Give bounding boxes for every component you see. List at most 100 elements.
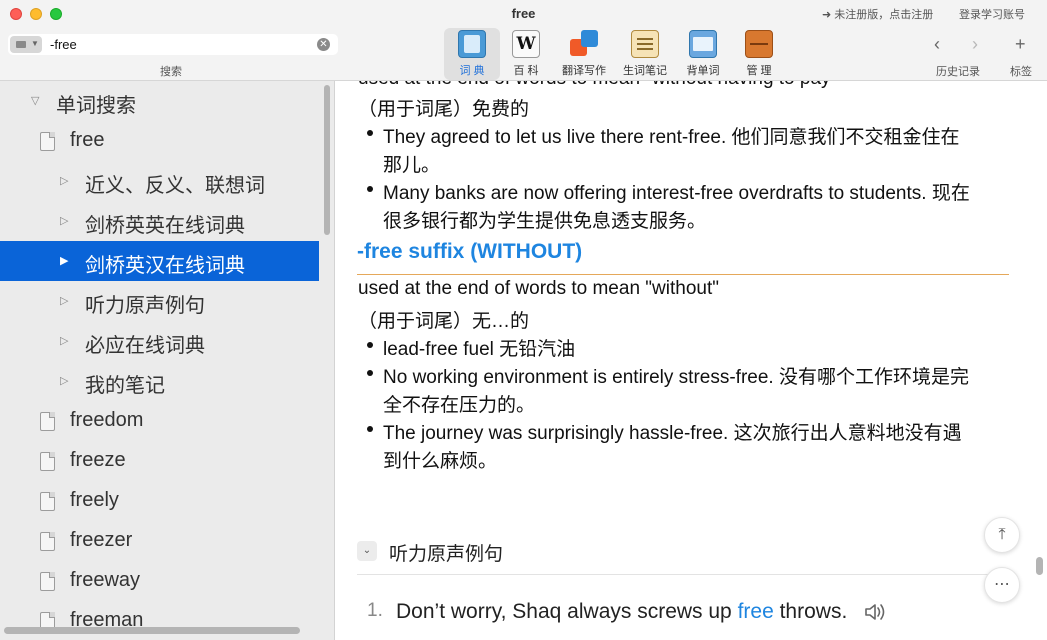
- section-title: 听力原声例句: [389, 544, 504, 565]
- example-sentence: Many banks are now offering interest-fre…: [383, 183, 970, 204]
- tree-label: freedom: [70, 409, 144, 431]
- example-sentence: They agreed to let us live there rent-fr…: [383, 127, 960, 148]
- toolbar-wiki-button[interactable]: W 百 科: [498, 28, 554, 80]
- bookmark-caption: 标签: [1010, 66, 1032, 78]
- collapsed-triangle-icon[interactable]: ▷: [60, 334, 68, 347]
- listening-example-sentence: Don’t worry, Shaq always screws up free …: [396, 600, 847, 624]
- example-sentence: 到什么麻烦。: [383, 451, 498, 472]
- collapsed-triangle-icon[interactable]: ▶: [60, 254, 68, 267]
- search-field[interactable]: ▼ -free ✕: [8, 34, 338, 55]
- tool-label: 百 科: [513, 65, 539, 77]
- sidebar-item-freeway[interactable]: freeway: [0, 561, 319, 601]
- back-button[interactable]: ‹: [934, 34, 940, 55]
- forward-button[interactable]: ›: [972, 34, 978, 55]
- definition-cn: （用于词尾）无…的: [358, 311, 530, 332]
- tool-label: 生词笔记: [623, 65, 667, 77]
- example-sentence: The journey was surprisingly hassle-free…: [383, 423, 962, 444]
- translate-icon: [570, 30, 598, 58]
- toolbar-translate-button[interactable]: 翻译写作: [556, 28, 612, 80]
- example-number: 1.: [367, 600, 383, 621]
- definition-text: used at the end of words to mean "withou…: [358, 81, 837, 90]
- collapsed-triangle-icon[interactable]: ▷: [60, 294, 68, 307]
- word-notes-icon: [631, 30, 659, 58]
- sidebar-item-freeman[interactable]: freeman: [0, 601, 319, 640]
- sidebar-item-free[interactable]: free: [0, 121, 319, 161]
- document-icon: [40, 412, 55, 431]
- example-sentence: 很多银行都为学生提供免息透支服务。: [383, 211, 707, 232]
- search-mode-dropdown[interactable]: ▼: [10, 36, 42, 53]
- add-bookmark-button[interactable]: +: [1015, 34, 1026, 55]
- tree-label: 剑桥英汉在线词典: [85, 255, 245, 277]
- speaker-icon[interactable]: [864, 601, 888, 623]
- definition-text: used at the end of words to mean "withou…: [358, 278, 719, 299]
- dictionary-content: used at the end of words to mean "withou…: [336, 81, 1047, 640]
- scroll-to-top-button[interactable]: ⤒: [984, 517, 1020, 553]
- tree-label: freeze: [70, 449, 126, 471]
- dictionary-book-icon: [458, 30, 486, 58]
- expanded-triangle-icon[interactable]: ▽: [31, 94, 39, 107]
- sidebar-root-word-search[interactable]: ▽ 单词搜索: [0, 81, 319, 121]
- definition-cn: （用于词尾）免费的: [358, 99, 530, 120]
- sidebar-vertical-scrollbar[interactable]: [324, 85, 330, 235]
- tool-label: 词 典: [459, 65, 485, 77]
- sidebar-item-cambridge-en-en[interactable]: ▷ 剑桥英英在线词典: [0, 201, 319, 241]
- sidebar-item-freezer[interactable]: freezer: [0, 521, 319, 561]
- tree-label: 近义、反义、联想词: [85, 175, 265, 197]
- toolbar-manage-button[interactable]: 管 理: [731, 28, 787, 80]
- tree-label: 我的笔记: [85, 375, 165, 397]
- toolbar-dictionary-button[interactable]: 词 典: [444, 28, 500, 80]
- tree-label: freeway: [70, 569, 141, 591]
- login-link[interactable]: 登录学习账号: [959, 6, 1025, 22]
- tree-label: 剑桥英英在线词典: [85, 215, 245, 237]
- collapsed-triangle-icon[interactable]: ▷: [60, 374, 68, 387]
- tool-label: 翻译写作: [562, 65, 606, 77]
- sidebar-item-freedom[interactable]: freedom: [0, 401, 319, 441]
- clear-search-icon[interactable]: ✕: [317, 38, 330, 51]
- collapsed-triangle-icon[interactable]: ▷: [60, 214, 68, 227]
- manage-cabinet-icon: [745, 30, 773, 58]
- sidebar-item-my-notes[interactable]: ▷ 我的笔记: [0, 361, 319, 401]
- dictionary-mode-icon: [16, 41, 26, 48]
- tree-label: 单词搜索: [56, 95, 136, 117]
- sidebar-item-listening-examples[interactable]: ▷ 听力原声例句: [0, 281, 319, 321]
- document-icon: [40, 132, 55, 151]
- tree-label: freely: [70, 489, 119, 511]
- collapsed-triangle-icon[interactable]: ▷: [60, 174, 68, 187]
- content-scrollbar[interactable]: [1036, 557, 1043, 575]
- example-sentence: 那儿。: [383, 155, 441, 176]
- recite-book-icon: [689, 30, 717, 58]
- history-caption: 历史记录: [936, 66, 980, 78]
- bullet: [367, 342, 373, 348]
- tree-label: freezer: [70, 529, 133, 551]
- wikipedia-icon: W: [512, 30, 540, 58]
- sidebar: ▽ 单词搜索 free ▷ 近义、反义、联想词 ▷ 剑桥英英在线词典 ▶ 剑桥英…: [0, 81, 335, 640]
- tree-label: 必应在线词典: [85, 335, 205, 357]
- example-sentence: lead-free fuel 无铅汽油: [383, 339, 576, 360]
- highlighted-word[interactable]: free: [738, 600, 774, 623]
- chevron-down-icon: ▼: [31, 39, 39, 48]
- toolbar-word-notes-button[interactable]: 生词笔记: [617, 28, 673, 80]
- section-collapse-icon[interactable]: ⌄: [357, 541, 377, 561]
- window-titlebar: free ➜ 未注册版，点击注册 登录学习账号 ▼ -free ✕ 搜索 词 典…: [0, 0, 1047, 81]
- search-caption: 搜索: [160, 66, 182, 78]
- sidebar-item-synonyms[interactable]: ▷ 近义、反义、联想词: [0, 161, 319, 201]
- document-icon: [40, 452, 55, 471]
- entry-title: -free suffix (WITHOUT): [357, 240, 583, 263]
- sidebar-item-freely[interactable]: freely: [0, 481, 319, 521]
- sentence-part: throws.: [773, 600, 848, 623]
- entry-divider: [357, 274, 1009, 275]
- more-options-button[interactable]: ⋯: [984, 567, 1020, 603]
- sidebar-horizontal-scrollbar[interactable]: [4, 627, 300, 634]
- bullet: [367, 370, 373, 376]
- sidebar-item-bing[interactable]: ▷ 必应在线词典: [0, 321, 319, 361]
- example-sentence: No working environment is entirely stres…: [383, 367, 969, 388]
- document-icon: [40, 532, 55, 551]
- document-icon: [40, 492, 55, 511]
- bullet: [367, 426, 373, 432]
- register-link[interactable]: ➜ 未注册版，点击注册: [822, 6, 933, 22]
- search-input[interactable]: -free: [50, 37, 77, 52]
- sidebar-item-freeze[interactable]: freeze: [0, 441, 319, 481]
- toolbar-recite-button[interactable]: 背单词: [675, 28, 731, 80]
- sidebar-item-cambridge-en-cn[interactable]: ▶ 剑桥英汉在线词典: [0, 241, 319, 281]
- tool-label: 管 理: [746, 65, 772, 77]
